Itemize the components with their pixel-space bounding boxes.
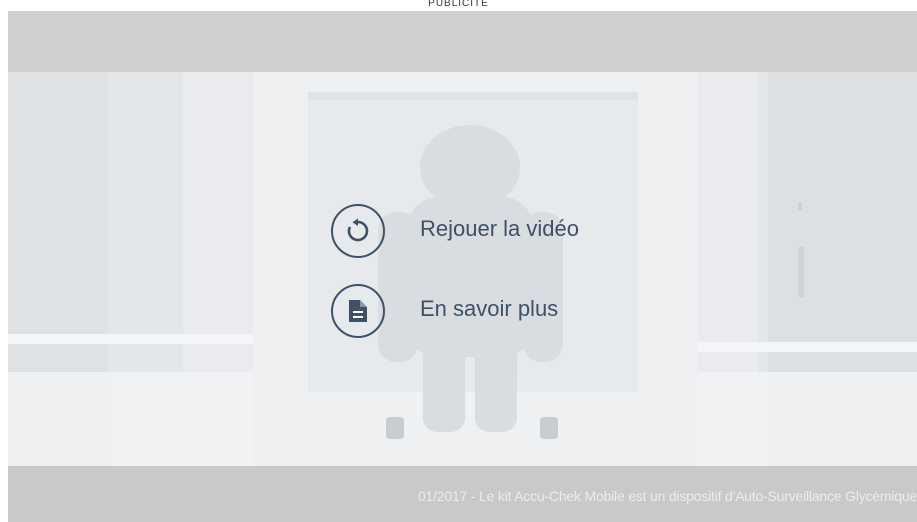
player-bottom-bar: 01/2017 - Le kit Accu-Chek Mobile est un… [8, 466, 917, 522]
replay-video-button[interactable]: Rejouer la vidéo [329, 202, 649, 264]
video-frame[interactable]: Rejouer la vidéo En savoir plus [8, 72, 917, 466]
replay-video-label: Rejouer la vidéo [420, 216, 579, 241]
ad-page: PUBLICITÉ Rejouer la vidéo En savoir plu… [0, 0, 917, 522]
end-screen-actions: Rejouer la vidéo En savoir plus [329, 202, 649, 362]
player-top-bar [8, 11, 917, 72]
learn-more-label: En savoir plus [420, 296, 559, 321]
legal-disclaimer: 01/2017 - Le kit Accu-Chek Mobile est un… [417, 488, 917, 504]
video-player[interactable]: Rejouer la vidéo En savoir plus 01/2017 … [8, 11, 917, 522]
ad-label: PUBLICITÉ [0, 0, 917, 11]
replay-icon [331, 204, 385, 258]
document-icon [331, 284, 385, 338]
learn-more-button[interactable]: En savoir plus [329, 282, 649, 344]
